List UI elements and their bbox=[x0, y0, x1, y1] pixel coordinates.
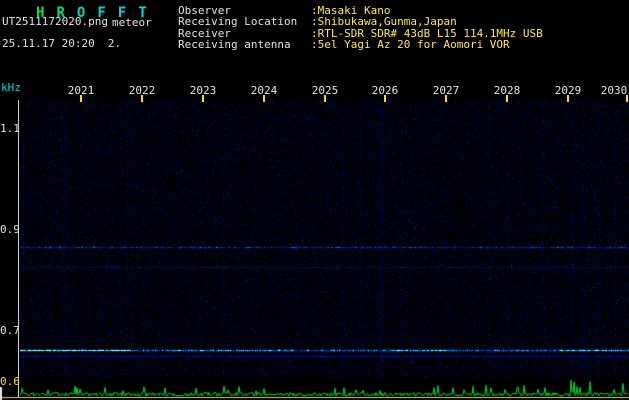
datetime-text: 25.11.17 20:20 bbox=[2, 37, 95, 50]
time-tick bbox=[324, 95, 326, 102]
freq-tick-label: 0.9 bbox=[0, 223, 16, 236]
info-value: :5el Yagi Az 20 for Aomori VOR bbox=[311, 38, 510, 51]
freq-tick-label: 0.7 bbox=[0, 324, 16, 337]
freq-tick-label: 1.1 bbox=[0, 122, 16, 135]
freq-axis-line bbox=[18, 100, 19, 397]
time-tick bbox=[80, 95, 82, 102]
time-tick-label: 2030 bbox=[600, 84, 628, 97]
spectrogram-canvas bbox=[20, 100, 629, 378]
time-tick bbox=[506, 95, 508, 102]
info-row: Receiving antenna:5el Yagi Az 20 for Aom… bbox=[178, 39, 543, 50]
echo-counter: 2. bbox=[108, 37, 121, 50]
time-tick bbox=[445, 95, 447, 102]
time-tick bbox=[384, 95, 386, 102]
signal-level-canvas bbox=[0, 378, 629, 400]
freq-axis-unit: kHz bbox=[1, 81, 21, 94]
time-tick bbox=[626, 95, 628, 102]
time-tick bbox=[263, 95, 265, 102]
time-tick bbox=[202, 95, 204, 102]
time-tick bbox=[141, 95, 143, 102]
info-table: Observer:Masaki Kano Receiving Location:S… bbox=[178, 5, 543, 51]
freq-tick-label: 0.6 bbox=[0, 375, 16, 388]
datetime-line: 25.11.17 20:20 2. bbox=[2, 37, 121, 50]
hrofft-screen: HROFFT UT2511172020.png meteor 25.11.17 … bbox=[0, 0, 629, 400]
info-label: Receiving antenna bbox=[178, 39, 311, 50]
output-filename: UT2511172020.png bbox=[2, 15, 108, 28]
station-id: meteor bbox=[112, 16, 152, 29]
time-tick bbox=[567, 95, 569, 102]
